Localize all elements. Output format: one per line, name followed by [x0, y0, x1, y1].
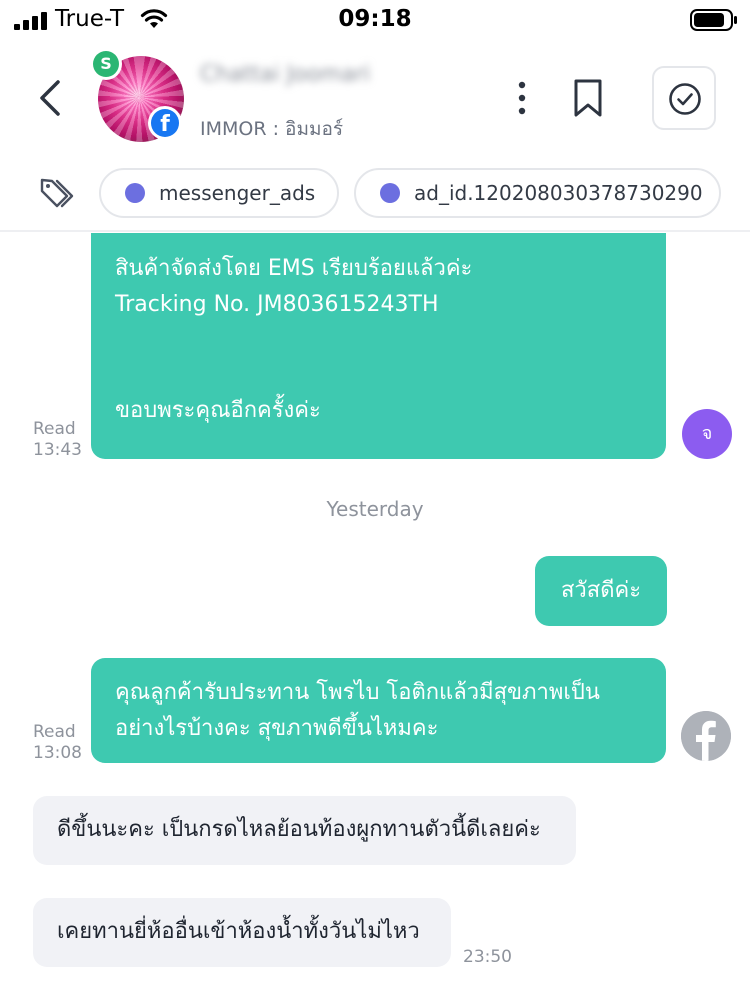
message-text: สวัสดีค่ะ	[560, 578, 642, 603]
status-bar: True-T 09:18	[0, 0, 750, 40]
mark-done-button[interactable]	[652, 66, 716, 130]
more-vertical-icon[interactable]	[512, 80, 532, 116]
message-time: 23:50	[463, 947, 512, 967]
clock: 09:18	[338, 6, 412, 32]
check-circle-icon	[669, 83, 701, 115]
message-line: คุณลูกค้ารับประทาน โพรไบ โอติกแล้วมีสุขภ…	[115, 680, 600, 705]
outgoing-message[interactable]: สินค้าจัดส่งโดย EMS เรียบร้อยแล้วค่ะ Tra…	[91, 233, 666, 459]
message-line: สินค้าจัดส่งโดย EMS เรียบร้อยแล้วค่ะ	[115, 256, 473, 281]
message-line: ขอบพระคุณอีกครั้งค่ะ	[115, 398, 321, 423]
message-text: ดีขึ้นนะคะ เป็นกรดไหลย้อนท้องผูกทานตัวนี…	[57, 817, 541, 842]
channel-badge: S	[90, 48, 122, 80]
back-icon[interactable]	[36, 78, 66, 118]
conversation-header: S f Chattai Joomari IMMOR : อิมมอร์	[0, 40, 750, 160]
message-text: เคยทานยี่ห้ออื่นเข้าห้องน้ำทั้งวันไม่ไหว	[57, 919, 420, 944]
read-label: Read	[33, 722, 76, 742]
tags-row: messenger_ads ad_id.120208030378730290	[0, 160, 750, 232]
tag-chip[interactable]: ad_id.120208030378730290	[354, 168, 721, 218]
s-badge-icon: S	[93, 51, 119, 77]
tag-label: messenger_ads	[159, 181, 316, 205]
facebook-badge: f	[148, 106, 182, 140]
contact-avatar-group[interactable]: S f	[90, 48, 186, 142]
read-label: Read	[33, 419, 76, 439]
message-spacer	[115, 323, 642, 393]
incoming-message[interactable]: เคยทานยี่ห้ออื่นเข้าห้องน้ำทั้งวันไม่ไหว	[33, 898, 451, 967]
tag-chip[interactable]: messenger_ads	[99, 168, 339, 218]
tag-icon[interactable]	[38, 174, 78, 214]
bookmark-icon[interactable]	[572, 78, 604, 118]
outgoing-message[interactable]: สวัสดีค่ะ	[535, 556, 667, 626]
message-time: 13:08	[33, 743, 82, 763]
facebook-icon: f	[151, 109, 179, 137]
contact-page-name: IMMOR : อิมมอร์	[200, 118, 344, 140]
date-separator: Yesterday	[326, 497, 424, 521]
outgoing-message[interactable]: คุณลูกค้ารับประทาน โพรไบ โอติกแล้วมีสุขภ…	[91, 658, 666, 763]
facebook-avatar-icon	[681, 711, 731, 761]
message-line: Tracking No. JM803615243TH	[115, 292, 439, 317]
message-time: 13:43	[33, 440, 82, 460]
tag-color-dot	[125, 183, 145, 203]
tag-label: ad_id.120208030378730290	[414, 181, 703, 205]
read-receipt: Read 13:08	[33, 722, 82, 764]
contact-name[interactable]: Chattai Joomari	[200, 62, 370, 87]
agent-avatar: จ	[682, 409, 732, 459]
tag-color-dot	[380, 183, 400, 203]
battery-icon	[690, 9, 737, 31]
message-list[interactable]: สินค้าจัดส่งโดย EMS เรียบร้อยแล้วค่ะ Tra…	[0, 233, 750, 983]
message-line: อย่างไรบ้างคะ สุขภาพดีขึ้นไหมคะ	[115, 716, 439, 741]
read-receipt: Read 13:43	[33, 419, 82, 461]
incoming-message[interactable]: ดีขึ้นนะคะ เป็นกรดไหลย้อนท้องผูกทานตัวนี…	[33, 796, 576, 865]
